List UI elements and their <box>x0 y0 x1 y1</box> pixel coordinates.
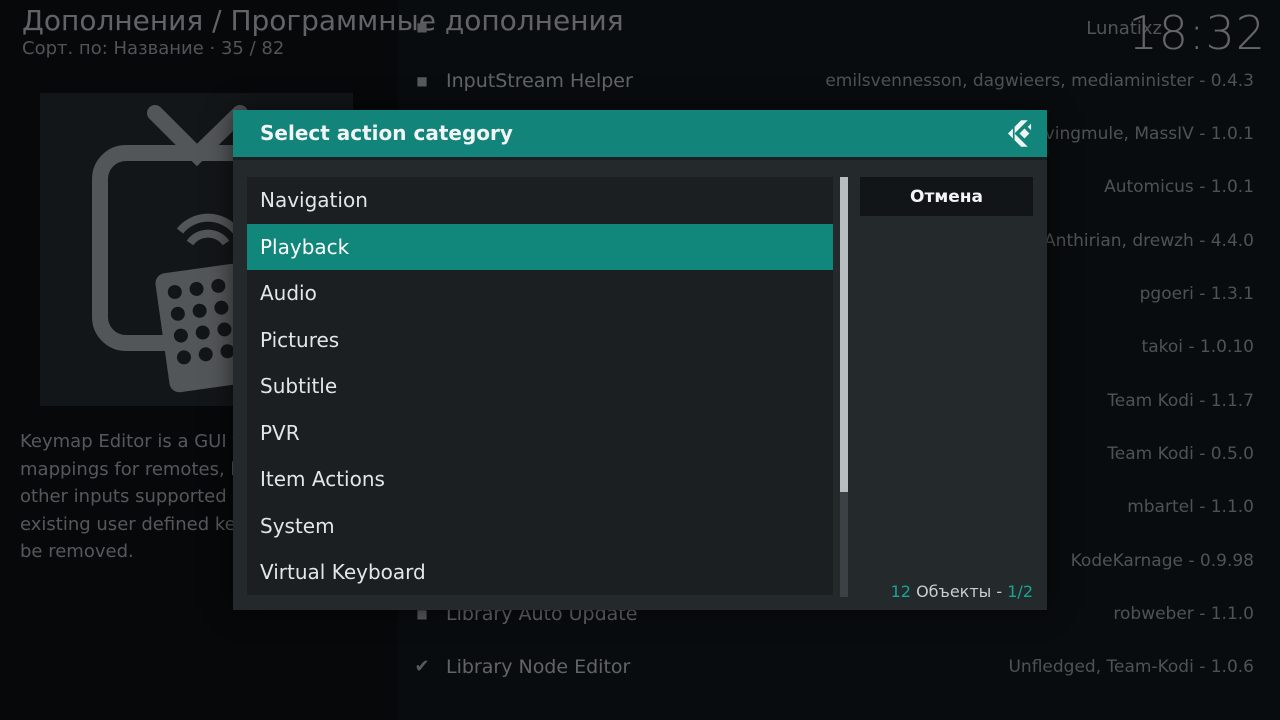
addon-list-row[interactable]: ■ InputStream Helper emilsvennesson, dag… <box>398 54 1268 107</box>
sort-info: Сорт. по: Название · 35 / 82 <box>22 38 285 59</box>
addon-meta: Anthirian, drewzh - 4.4.0 <box>1044 230 1254 251</box>
category-item-pictures[interactable]: Pictures <box>247 317 833 363</box>
category-list: Navigation Playback Audio Pictures Subti… <box>247 177 833 595</box>
cancel-button[interactable]: Отмена <box>860 177 1033 216</box>
addon-meta: takoi - 1.0.10 <box>1141 336 1254 357</box>
category-item-audio[interactable]: Audio <box>247 270 833 316</box>
kodi-screen: Дополнения / Программные дополнения Сорт… <box>0 0 1280 720</box>
addon-meta: emilsvennesson, dagwieers, mediaminister… <box>825 70 1254 91</box>
addon-meta: Team Kodi - 1.1.7 <box>1107 390 1254 411</box>
category-item-pvr[interactable]: PVR <box>247 410 833 456</box>
category-item-item-actions[interactable]: Item Actions <box>247 456 833 502</box>
header-divider <box>233 157 1047 160</box>
item-counter: 12 Объекты - 1/2 <box>891 582 1033 601</box>
select-action-category-dialog: Select action category Navigation Playba… <box>233 110 1047 610</box>
bullet-icon: ■ <box>416 19 428 34</box>
category-item-system[interactable]: System <box>247 503 833 549</box>
addon-name: Library Node Editor <box>446 655 631 678</box>
category-item-subtitle[interactable]: Subtitle <box>247 363 833 409</box>
addon-meta: mbartel - 1.1.0 <box>1127 496 1254 517</box>
addon-list-row[interactable]: ■ <box>398 0 1268 53</box>
category-item-virtual-keyboard[interactable]: Virtual Keyboard <box>247 549 833 595</box>
kodi-logo-icon <box>1007 120 1032 147</box>
addon-meta: Team Kodi - 0.5.0 <box>1107 443 1254 464</box>
dialog-title: Select action category <box>260 121 513 145</box>
addon-list-row[interactable]: ✔ Library Node Editor Unfledged, Team-Ko… <box>398 640 1268 693</box>
category-item-playback[interactable]: Playback <box>247 223 833 270</box>
addon-meta: pgoeri - 1.3.1 <box>1139 283 1254 304</box>
check-icon: ✔ <box>414 656 430 677</box>
addon-name: InputStream Helper <box>446 69 633 92</box>
item-count: 12 <box>890 582 911 601</box>
dialog-header: Select action category <box>233 110 1047 157</box>
bullet-icon: ■ <box>416 73 428 88</box>
addon-meta: robweber - 1.1.0 <box>1113 603 1254 624</box>
addon-meta: KodeKarnage - 0.9.98 <box>1070 550 1254 571</box>
addon-meta: Unfledged, Team-Kodi - 1.0.6 <box>1008 656 1254 677</box>
scrollbar-thumb[interactable] <box>840 177 848 492</box>
addon-meta: Automicus - 1.0.1 <box>1104 176 1254 197</box>
list-scrollbar[interactable] <box>840 177 848 597</box>
page-indicator: 1/2 <box>1007 582 1033 601</box>
category-item-navigation[interactable]: Navigation <box>247 177 833 223</box>
item-count-label: Объекты - <box>910 582 1008 601</box>
addon-meta: divingmule, MassIV - 1.0.1 <box>1029 123 1254 144</box>
